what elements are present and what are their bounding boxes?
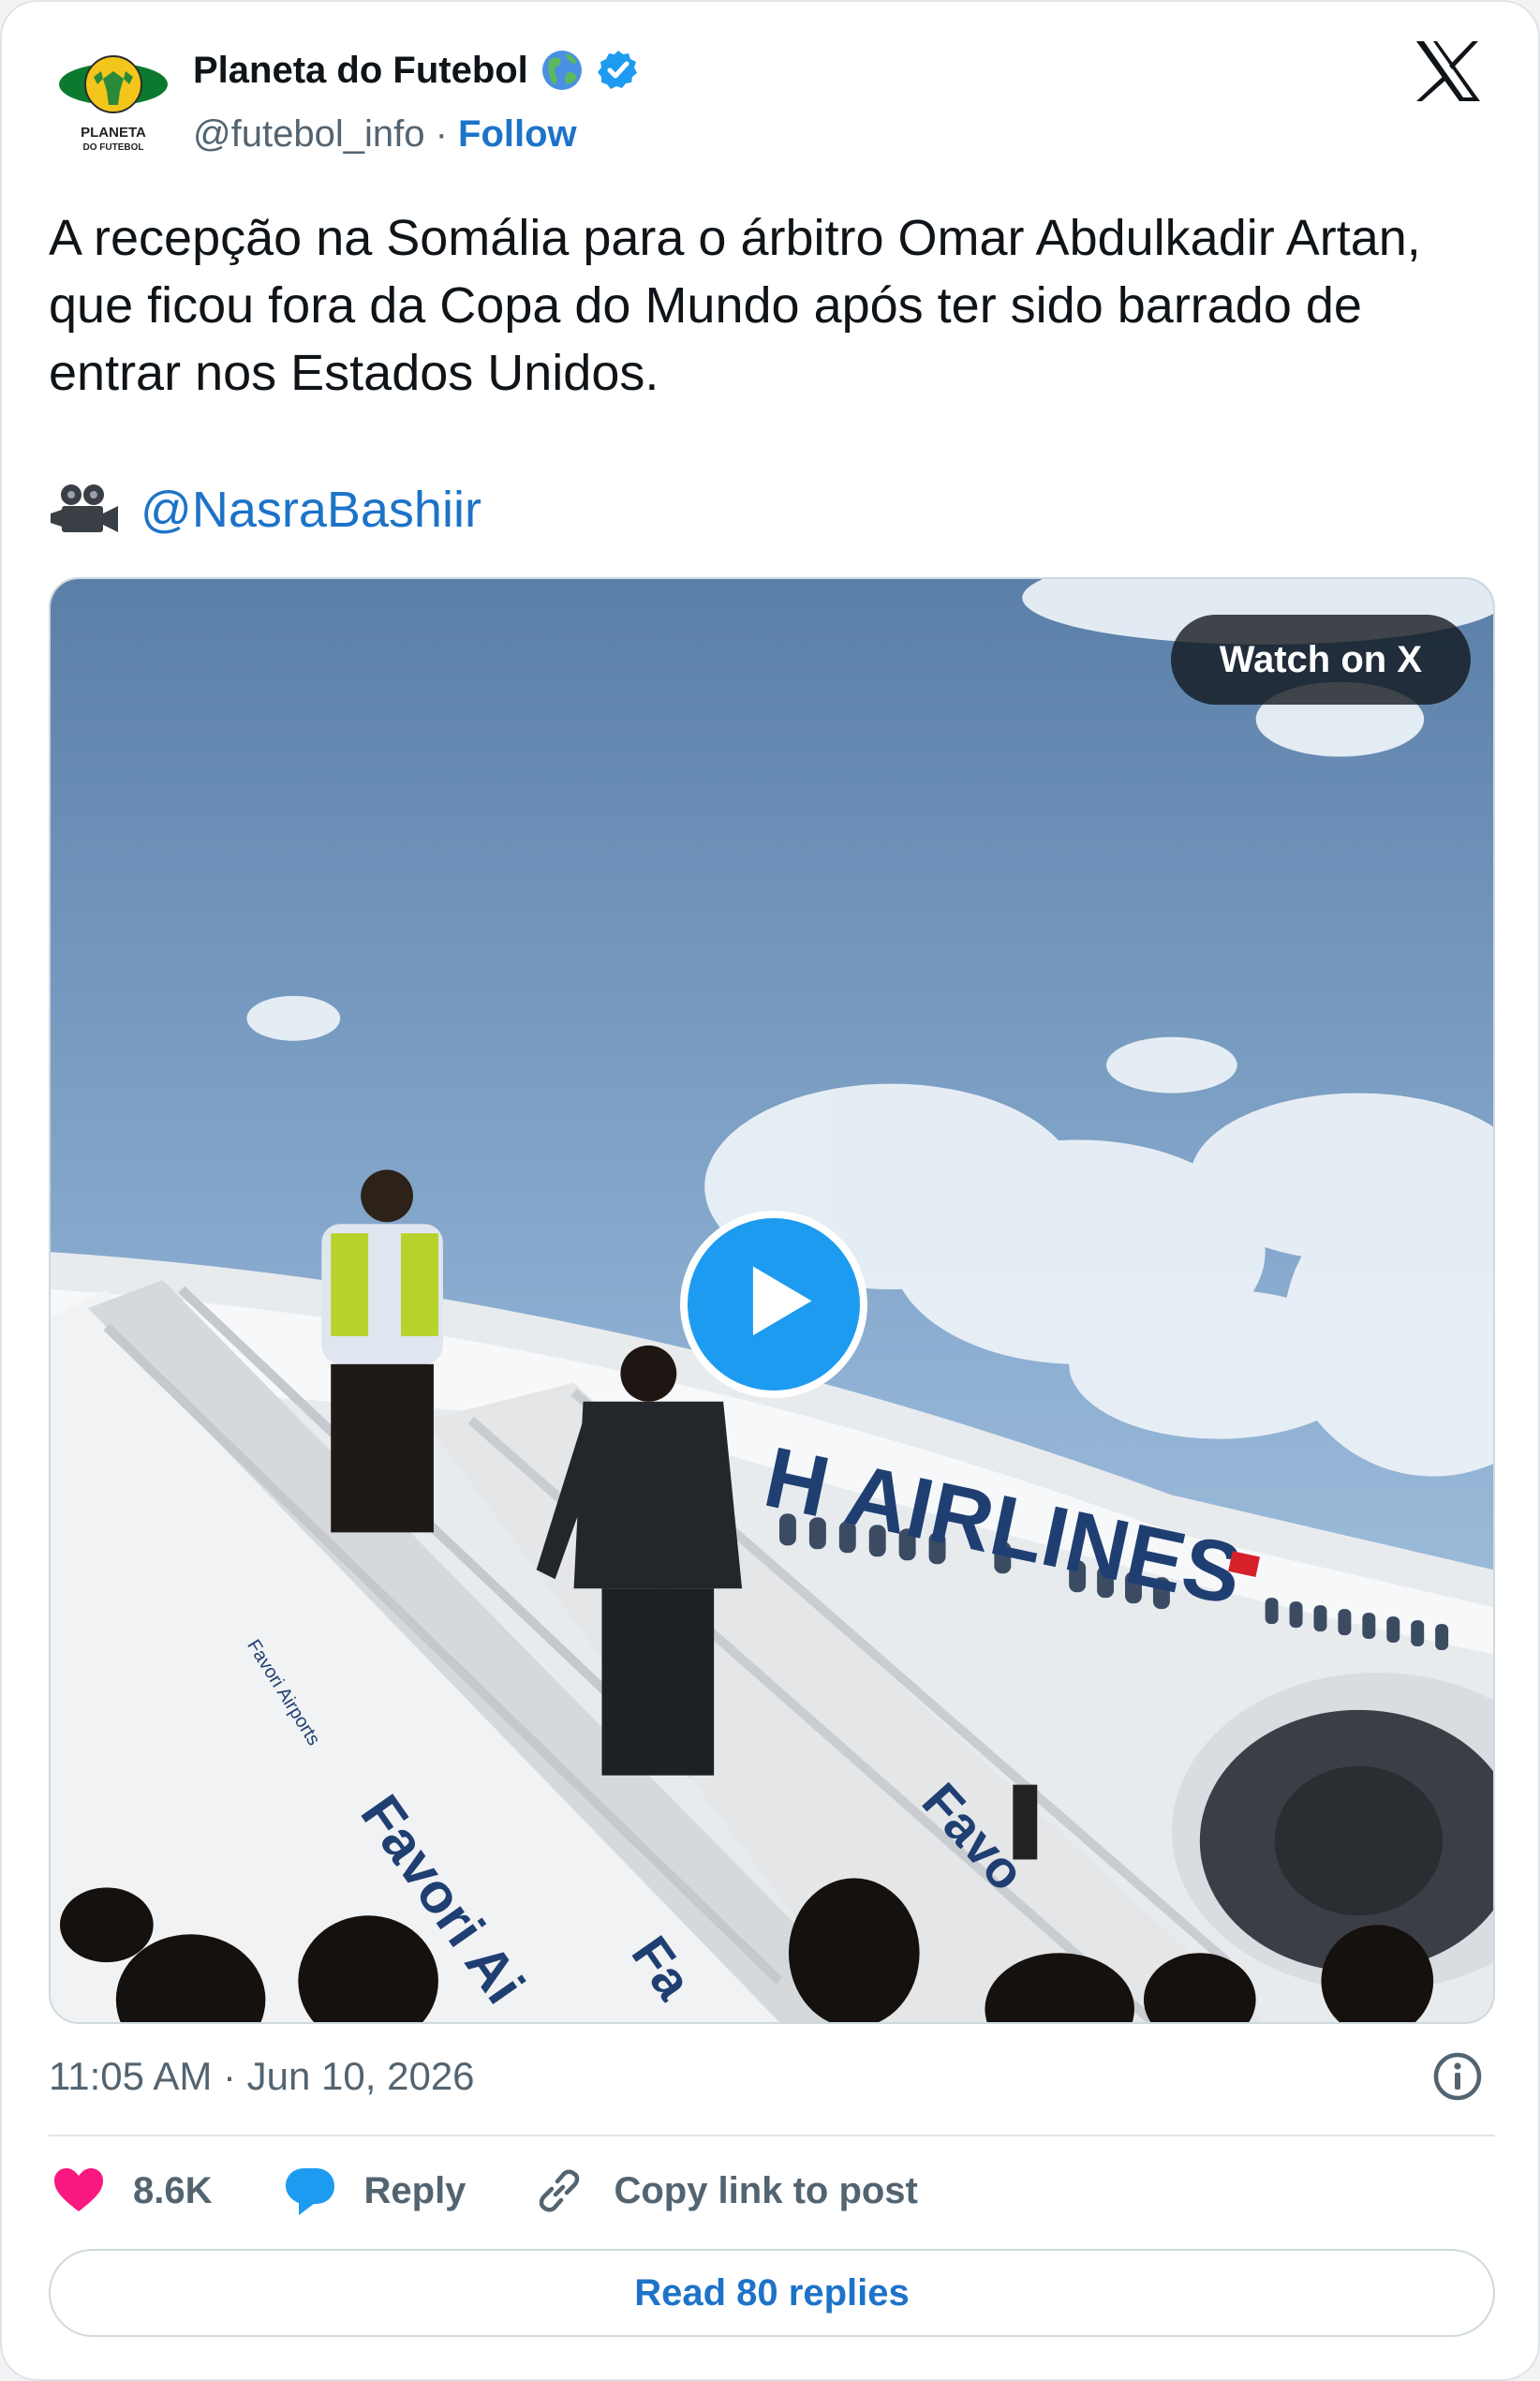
info-icon[interactable]: [1431, 2050, 1484, 2103]
reply-button[interactable]: Reply: [284, 2165, 466, 2217]
divider: [49, 2135, 1495, 2136]
svg-text:PLANETA: PLANETA: [81, 125, 146, 141]
person-vest: [321, 1169, 443, 1533]
post-timestamp[interactable]: 11:05 AM · Jun 10, 2026: [49, 2050, 475, 2103]
x-logo-icon[interactable]: [1413, 39, 1484, 103]
link-icon: [540, 2169, 580, 2212]
play-icon: [752, 1266, 812, 1336]
credit-mention-link[interactable]: @NasraBashiir: [141, 476, 481, 543]
like-button[interactable]: 8.6K: [52, 2165, 213, 2217]
verified-badge-icon: [597, 51, 637, 89]
planeta-do-futebol-logo: PLANETA DO FUTEBOL: [59, 55, 168, 153]
video-credit-row: @NasraBashiir: [49, 476, 481, 543]
globe-americas-icon: [541, 51, 582, 90]
movie-camera-icon: [51, 484, 118, 532]
author-avatar[interactable]: PLANETA DO FUTEBOL: [56, 43, 170, 157]
follow-button[interactable]: Follow: [458, 113, 577, 155]
reply-label: Reply: [363, 2169, 466, 2211]
action-bar: 8.6K Reply Copy link to post: [52, 2163, 918, 2219]
author-handle[interactable]: @futebol_info: [193, 113, 424, 155]
reply-bubble-icon: [285, 2168, 334, 2215]
svg-text:DO FUTEBOL: DO FUTEBOL: [83, 142, 144, 153]
watch-on-x-button[interactable]: Watch on X: [1170, 615, 1471, 705]
embedded-post-card: PLANETA DO FUTEBOL Planeta do Futebol @f…: [0, 0, 1540, 2381]
like-count: 8.6K: [133, 2169, 213, 2211]
copy-link-button[interactable]: Copy link to post: [533, 2165, 918, 2217]
author-display-name-row[interactable]: Planeta do Futebol: [193, 47, 641, 94]
author-handle-row: @futebol_info · Follow: [193, 111, 577, 157]
post-text: A recepção na Somália para o árbitro Oma…: [49, 210, 1421, 401]
copy-link-label: Copy link to post: [614, 2169, 918, 2211]
play-button[interactable]: [680, 1211, 867, 1398]
video-player[interactable]: H AIRLINES Favori Ai Fa Favo Favori Airp…: [49, 577, 1495, 2024]
author-display-name[interactable]: Planeta do Futebol: [193, 47, 528, 94]
heart-icon: [54, 2168, 103, 2211]
handle-separator: ·: [435, 113, 448, 155]
read-replies-button[interactable]: Read 80 replies: [49, 2249, 1495, 2337]
